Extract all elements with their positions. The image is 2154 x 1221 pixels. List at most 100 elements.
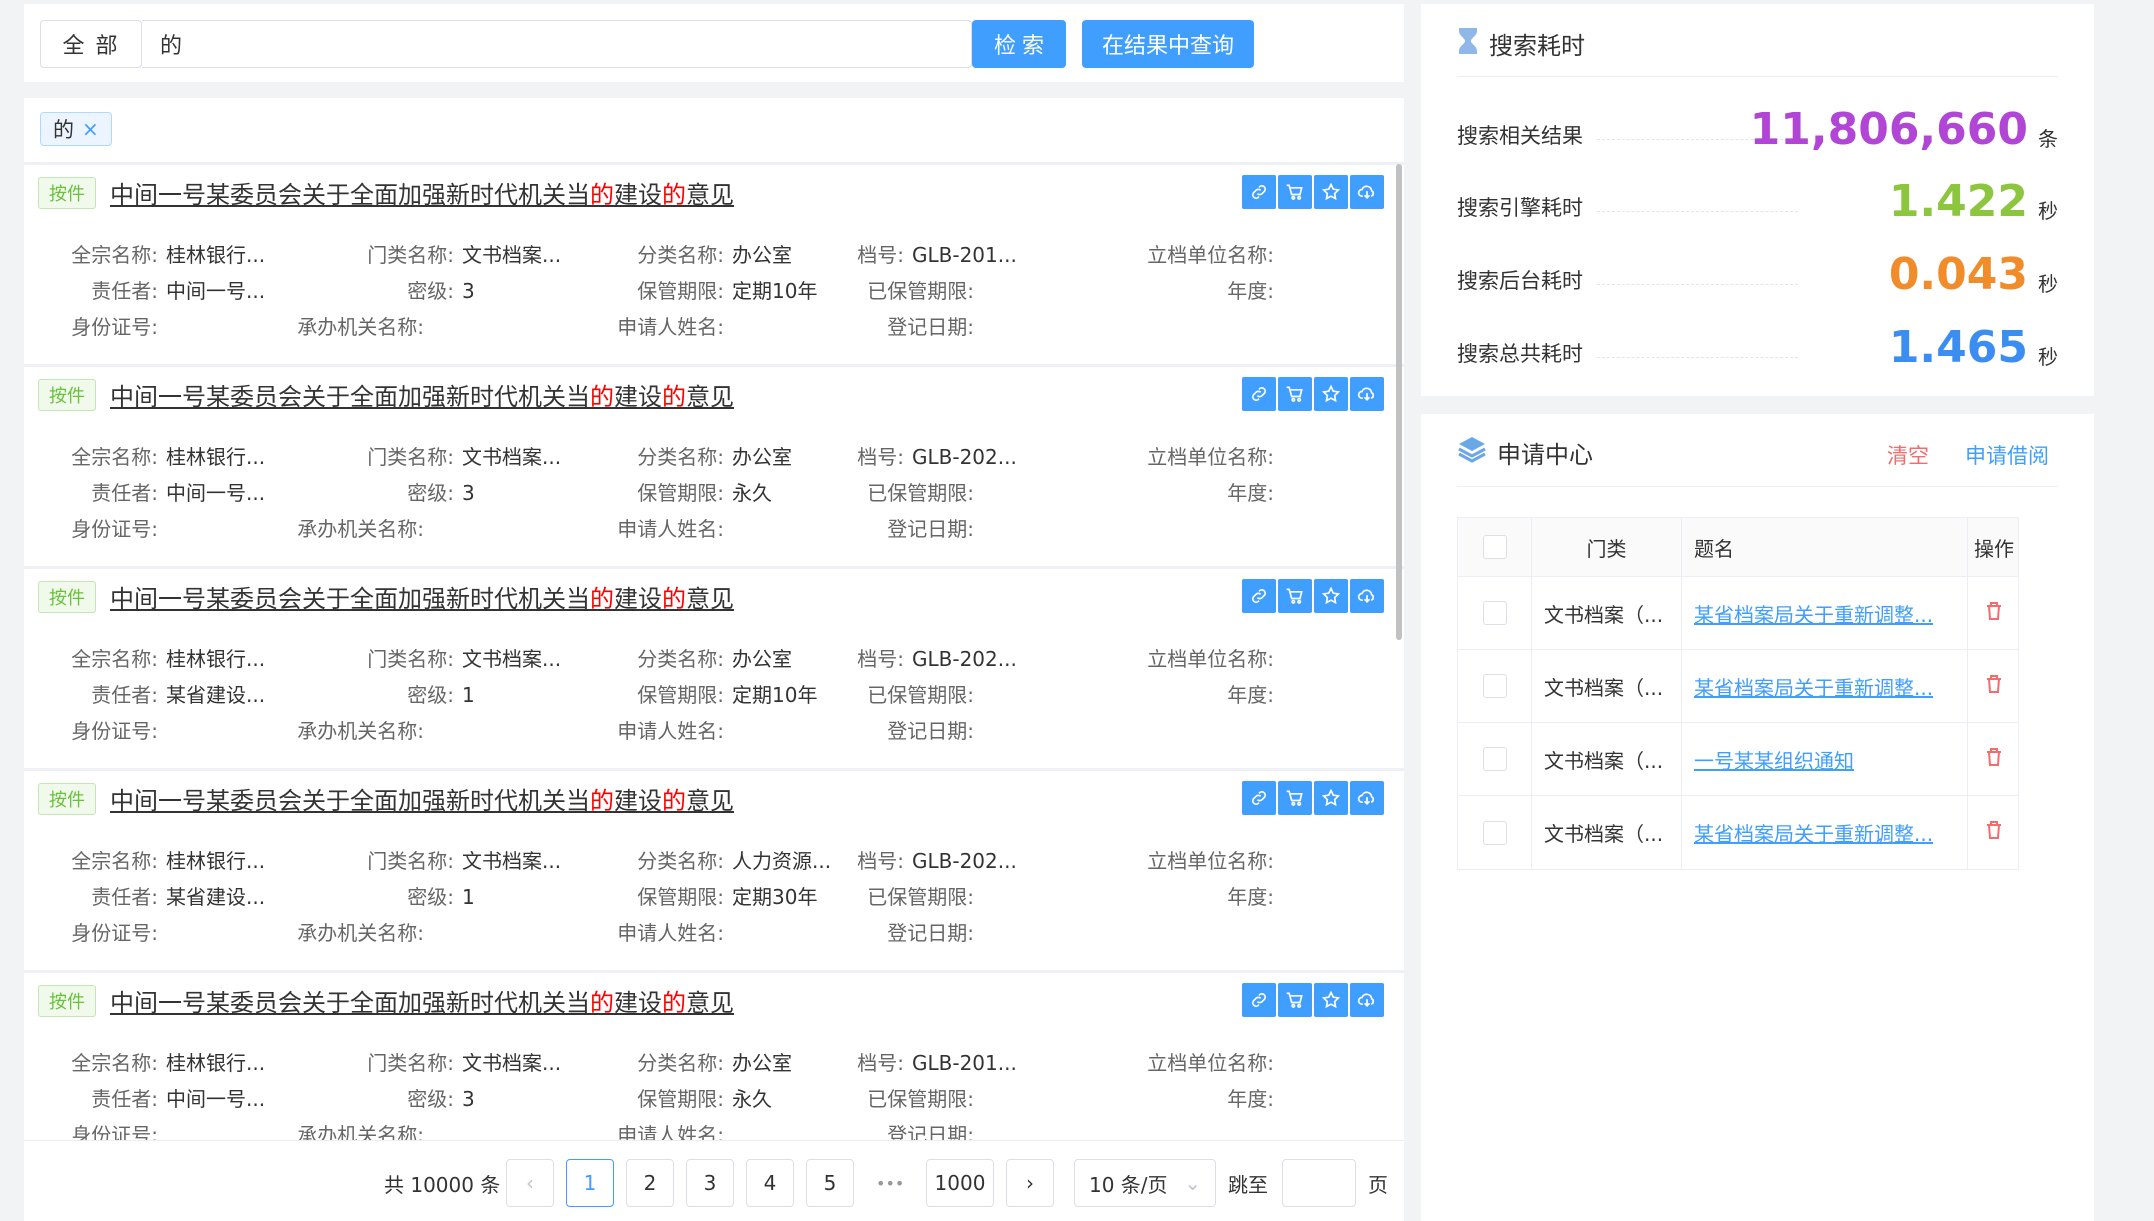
star-icon[interactable] bbox=[1314, 377, 1348, 411]
stat-value: 0.043 bbox=[1888, 249, 2028, 300]
field-label: 档号: bbox=[857, 243, 904, 267]
star-icon[interactable] bbox=[1314, 983, 1348, 1017]
metadata-field: 申请人姓名: bbox=[514, 917, 732, 946]
field-label: 承办机关名称: bbox=[297, 517, 424, 541]
title-highlight: 的 bbox=[590, 585, 614, 613]
cloud-download-icon[interactable] bbox=[1350, 983, 1384, 1017]
metadata-field: 全宗名称: 桂林银行... bbox=[58, 643, 265, 672]
field-label: 登记日期: bbox=[887, 315, 974, 339]
row-title-link[interactable]: 某省档案局关于重新调整... bbox=[1694, 818, 1933, 847]
metadata-field: 登记日期: bbox=[824, 917, 982, 946]
pagination: 共 10000 条 ‹ 1 2 3 4 5 ••• 1000 › 10 条/页 … bbox=[24, 1140, 1404, 1221]
metadata-field: 密级: 3 bbox=[324, 1083, 474, 1112]
link-icon[interactable] bbox=[1242, 377, 1276, 411]
metadata-row: 责任者: 中间一号... 密级: 3 保管期限: 永久 已保管期限: 年度: bbox=[24, 477, 1404, 511]
link-icon[interactable] bbox=[1242, 175, 1276, 209]
apply-borrow-button[interactable]: 申请借阅 bbox=[1965, 440, 2049, 470]
jump-input[interactable] bbox=[1282, 1159, 1356, 1207]
row-checkbox[interactable] bbox=[1482, 601, 1507, 625]
metadata-field: 身份证号: bbox=[58, 715, 166, 744]
row-title-link[interactable]: 某省档案局关于重新调整... bbox=[1694, 599, 1933, 628]
scrollbar[interactable] bbox=[1396, 164, 1402, 640]
page-3[interactable]: 3 bbox=[686, 1159, 734, 1207]
field-label: 登记日期: bbox=[887, 921, 974, 945]
trash-icon[interactable] bbox=[1985, 820, 2003, 845]
field-label: 立档单位名称: bbox=[1147, 445, 1274, 469]
close-icon[interactable]: × bbox=[82, 117, 99, 141]
field-label: 保管期限: bbox=[637, 1087, 724, 1111]
field-label: 登记日期: bbox=[887, 517, 974, 541]
page-last[interactable]: 1000 bbox=[926, 1159, 994, 1207]
field-value: GLB-202... bbox=[912, 849, 1017, 873]
page-4[interactable]: 4 bbox=[746, 1159, 794, 1207]
row-title-link[interactable]: 某省档案局关于重新调整... bbox=[1694, 672, 1933, 701]
cloud-download-icon[interactable] bbox=[1350, 175, 1384, 209]
title-part: 建设 bbox=[614, 989, 662, 1017]
row-title-link[interactable]: 一号某某组织通知 bbox=[1694, 745, 1854, 774]
search-input[interactable] bbox=[142, 20, 972, 68]
table-row: 文书档案（... 一号某某组织通知 bbox=[1458, 723, 2018, 796]
record-type-badge: 按件 bbox=[38, 783, 96, 815]
result-title-link[interactable]: 中间一号某委员会关于全面加强新时代机关当的建设的意见 bbox=[110, 579, 734, 614]
result-list: 按件 中间一号某委员会关于全面加强新时代机关当的建设的意见 全宗名称: 桂林银行...… bbox=[24, 162, 1404, 1221]
cloud-download-icon[interactable] bbox=[1350, 377, 1384, 411]
field-label: 已保管期限: bbox=[867, 279, 974, 303]
clear-button[interactable]: 清空 bbox=[1887, 440, 1929, 470]
metadata-field: 登记日期: bbox=[824, 311, 982, 340]
page-ellipsis[interactable]: ••• bbox=[876, 1159, 904, 1207]
page-1[interactable]: 1 bbox=[566, 1159, 614, 1207]
link-icon[interactable] bbox=[1242, 983, 1276, 1017]
metadata-field: 年度: bbox=[1024, 477, 1282, 506]
result-title-link[interactable]: 中间一号某委员会关于全面加强新时代机关当的建设的意见 bbox=[110, 781, 734, 816]
star-icon[interactable] bbox=[1314, 175, 1348, 209]
field-value: 中间一号... bbox=[166, 481, 266, 505]
field-label: 密级: bbox=[407, 481, 454, 505]
cart-icon[interactable] bbox=[1278, 175, 1312, 209]
result-title-link[interactable]: 中间一号某委员会关于全面加强新时代机关当的建设的意见 bbox=[110, 175, 734, 210]
row-checkbox[interactable] bbox=[1482, 674, 1507, 698]
trash-icon[interactable] bbox=[1985, 674, 2003, 699]
title-part: 意见 bbox=[686, 181, 734, 209]
row-checkbox[interactable] bbox=[1482, 820, 1507, 845]
field-value: 某省建设... bbox=[166, 885, 266, 909]
cloud-download-icon[interactable] bbox=[1350, 579, 1384, 613]
page-2[interactable]: 2 bbox=[626, 1159, 674, 1207]
metadata-field: 保管期限: 永久 bbox=[514, 1083, 772, 1112]
metadata-field: 承办机关名称: bbox=[224, 513, 432, 542]
field-value: 办公室 bbox=[732, 243, 792, 267]
field-label: 立档单位名称: bbox=[1147, 849, 1274, 873]
field-label: 分类名称: bbox=[637, 243, 724, 267]
cart-icon[interactable] bbox=[1278, 781, 1312, 815]
title-highlight: 的 bbox=[662, 383, 686, 411]
search-timing-panel: 搜索耗时 搜索相关结果 11,806,660 条搜索引擎耗时 1.422 秒搜索后台耗时… bbox=[1421, 4, 2094, 396]
refine-search-button[interactable]: 在结果中查询 bbox=[1082, 20, 1254, 68]
search-scope-select[interactable]: 全 部 bbox=[40, 20, 142, 68]
trash-icon[interactable] bbox=[1985, 601, 2003, 626]
prev-page-button[interactable]: ‹ bbox=[506, 1159, 554, 1207]
result-title-link[interactable]: 中间一号某委员会关于全面加强新时代机关当的建设的意见 bbox=[110, 983, 734, 1018]
select-all-checkbox[interactable] bbox=[1482, 535, 1507, 559]
star-icon[interactable] bbox=[1314, 579, 1348, 613]
cart-icon[interactable] bbox=[1278, 983, 1312, 1017]
cart-icon[interactable] bbox=[1278, 377, 1312, 411]
result-actions bbox=[1242, 983, 1384, 1017]
metadata-field: 申请人姓名: bbox=[514, 311, 732, 340]
field-label: 保管期限: bbox=[637, 683, 724, 707]
page-5[interactable]: 5 bbox=[806, 1159, 854, 1207]
hourglass-icon bbox=[1457, 27, 1479, 61]
next-page-button[interactable]: › bbox=[1006, 1159, 1054, 1207]
link-icon[interactable] bbox=[1242, 781, 1276, 815]
trash-icon[interactable] bbox=[1985, 747, 2003, 772]
cloud-download-icon[interactable] bbox=[1350, 781, 1384, 815]
stat-unit: 秒 bbox=[2038, 345, 2058, 369]
row-checkbox[interactable] bbox=[1482, 747, 1507, 771]
metadata-field: 登记日期: bbox=[824, 715, 982, 744]
page-size-select[interactable]: 10 条/页 ⌄ bbox=[1074, 1159, 1216, 1207]
cart-icon[interactable] bbox=[1278, 579, 1312, 613]
link-icon[interactable] bbox=[1242, 579, 1276, 613]
search-button[interactable]: 检 索 bbox=[972, 20, 1066, 68]
metadata-field: 保管期限: 永久 bbox=[514, 477, 772, 506]
field-label: 立档单位名称: bbox=[1147, 243, 1274, 267]
result-title-link[interactable]: 中间一号某委员会关于全面加强新时代机关当的建设的意见 bbox=[110, 377, 734, 412]
star-icon[interactable] bbox=[1314, 781, 1348, 815]
